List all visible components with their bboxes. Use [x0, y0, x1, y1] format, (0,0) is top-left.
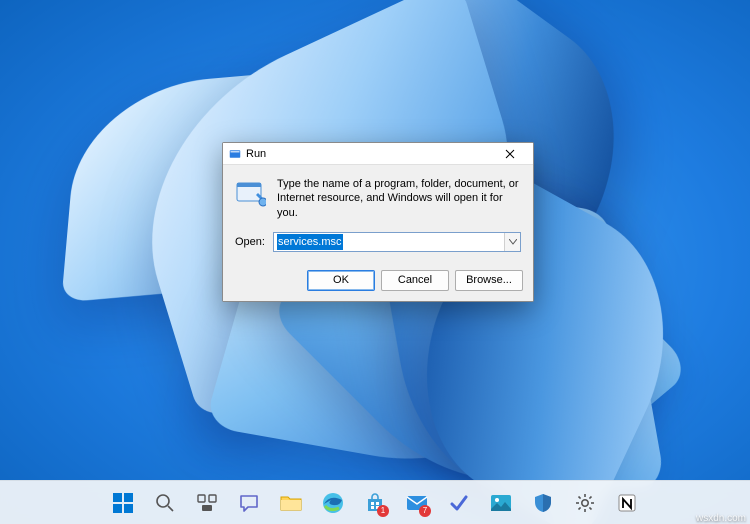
ok-button[interactable]: OK: [307, 270, 375, 291]
run-description: Type the name of a program, folder, docu…: [277, 177, 521, 220]
settings-button[interactable]: [566, 484, 604, 522]
mail-button[interactable]: 7: [398, 484, 436, 522]
chat-icon: [239, 493, 259, 513]
chevron-down-icon[interactable]: [504, 233, 520, 251]
edge-icon: [322, 492, 344, 514]
cancel-button[interactable]: Cancel: [381, 270, 449, 291]
run-title: Run: [246, 148, 489, 160]
store-button[interactable]: 1: [356, 484, 394, 522]
todo-icon: [450, 494, 468, 512]
store-badge: 1: [377, 505, 389, 517]
photos-icon: [490, 494, 512, 512]
folder-icon: [280, 494, 302, 512]
gear-icon: [575, 493, 595, 513]
todo-button[interactable]: [440, 484, 478, 522]
file-explorer-button[interactable]: [272, 484, 310, 522]
mail-badge: 7: [419, 505, 431, 517]
defender-button[interactable]: [524, 484, 562, 522]
task-view-icon: [197, 494, 217, 512]
watermark: wsxdn.com: [696, 513, 746, 524]
edge-button[interactable]: [314, 484, 352, 522]
app-icon: [617, 493, 637, 513]
search-button[interactable]: [146, 484, 184, 522]
open-label: Open:: [235, 236, 265, 248]
run-icon: [235, 177, 267, 209]
shield-icon: [534, 493, 552, 513]
search-icon: [155, 493, 175, 513]
open-input[interactable]: services.msc: [274, 233, 504, 251]
start-button[interactable]: [104, 484, 142, 522]
task-view-button[interactable]: [188, 484, 226, 522]
close-button[interactable]: [489, 144, 531, 164]
taskbar: 1 7: [0, 480, 750, 524]
chat-button[interactable]: [230, 484, 268, 522]
browse-button[interactable]: Browse...: [455, 270, 523, 291]
windows-icon: [112, 492, 134, 514]
run-title-icon: [228, 147, 242, 161]
photos-button[interactable]: [482, 484, 520, 522]
run-titlebar[interactable]: Run: [223, 143, 533, 165]
app-button[interactable]: [608, 484, 646, 522]
open-combobox[interactable]: services.msc: [273, 232, 521, 252]
run-dialog: Run Type the name of a program, folder, …: [222, 142, 534, 302]
